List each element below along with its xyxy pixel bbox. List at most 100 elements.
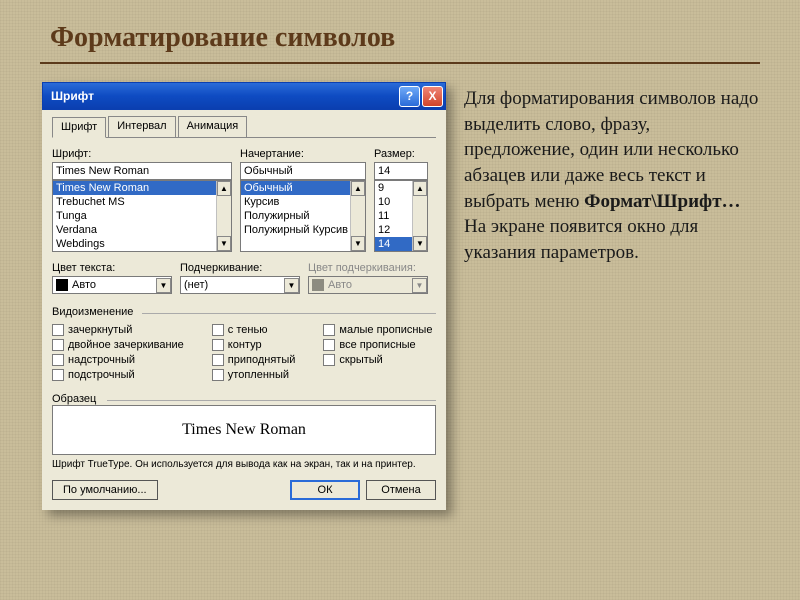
underline-color-value: Авто (328, 279, 409, 291)
list-item[interactable]: Полужирный (241, 209, 365, 223)
style-listbox[interactable]: Обычный Курсив Полужирный Полужирный Кур… (240, 180, 366, 252)
chk-label: приподнятый (228, 354, 296, 366)
underline-combo[interactable]: (нет) ▼ (180, 276, 300, 294)
checkbox-icon (52, 339, 64, 351)
checkbox-allcaps[interactable]: все прописные (323, 339, 432, 351)
tab-font[interactable]: Шрифт (52, 117, 106, 138)
list-item[interactable]: Tunga (53, 209, 231, 223)
checkbox-superscript[interactable]: надстрочный (52, 354, 184, 366)
font-input[interactable]: Times New Roman (52, 162, 232, 180)
chk-label: утопленный (228, 369, 289, 381)
chk-label: зачеркнутый (68, 324, 132, 336)
ok-button[interactable]: ОК (290, 480, 360, 500)
color-swatch-icon (56, 279, 68, 291)
scrollbar[interactable]: ▲ ▼ (350, 181, 365, 251)
checkbox-icon (323, 324, 335, 336)
list-item[interactable]: Verdana (53, 223, 231, 237)
cancel-button[interactable]: Отмена (366, 480, 436, 500)
tab-spacing[interactable]: Интервал (108, 116, 175, 137)
color-row: Цвет текста: Авто ▼ Подчеркивание: (нет)… (52, 256, 436, 294)
window-title: Шрифт (51, 89, 397, 103)
chk-label: все прописные (339, 339, 415, 351)
scroll-up-icon[interactable]: ▲ (351, 181, 365, 196)
scrollbar[interactable]: ▲ ▼ (216, 181, 231, 251)
checkbox-engrave[interactable]: утопленный (212, 369, 296, 381)
close-icon: X (428, 89, 436, 103)
scroll-down-icon[interactable]: ▼ (413, 236, 427, 251)
underline-color-label: Цвет подчеркивания: (308, 262, 428, 274)
scroll-down-icon[interactable]: ▼ (217, 236, 231, 251)
chk-label: подстрочный (68, 369, 135, 381)
style-label: Начертание: (240, 148, 366, 160)
style-input[interactable]: Обычный (240, 162, 366, 180)
text-color-value: Авто (72, 279, 153, 291)
checkbox-icon (323, 339, 335, 351)
chk-label: с тенью (228, 324, 268, 336)
font-hint: Шрифт TrueType. Он используется для выво… (52, 459, 436, 470)
checkbox-shadow[interactable]: с тенью (212, 324, 296, 336)
tab-animation[interactable]: Анимация (178, 116, 248, 137)
preview-box: Times New Roman (52, 405, 436, 455)
content-area: Шрифт ? X Шрифт Интервал Анимация Шрифт:… (0, 64, 800, 510)
size-input[interactable]: 14 (374, 162, 428, 180)
underline-value: (нет) (184, 279, 281, 291)
checkbox-smallcaps[interactable]: малые прописные (323, 324, 432, 336)
size-label: Размер: (374, 148, 428, 160)
font-label: Шрифт: (52, 148, 232, 160)
size-listbox[interactable]: 9 10 11 12 14 ▲ ▼ (374, 180, 428, 252)
dialog-footer: По умолчанию... ОК Отмена (52, 480, 436, 500)
checkbox-outline[interactable]: контур (212, 339, 296, 351)
preview-title: Образец (52, 393, 96, 405)
chk-label: контур (228, 339, 262, 351)
checkbox-double-strike[interactable]: двойное зачеркивание (52, 339, 184, 351)
chk-label: скрытый (339, 354, 382, 366)
list-item[interactable]: Times New Roman (53, 181, 231, 195)
preview-sample: Times New Roman (182, 421, 306, 439)
checkbox-strikethrough[interactable]: зачеркнутый (52, 324, 184, 336)
checkbox-icon (212, 354, 224, 366)
effects-title: Видоизменение (52, 306, 133, 318)
list-item[interactable]: Обычный (241, 181, 365, 195)
checkbox-subscript[interactable]: подстрочный (52, 369, 184, 381)
font-listbox[interactable]: Times New Roman Trebuchet MS Tunga Verda… (52, 180, 232, 252)
list-item[interactable]: Полужирный Курсив (241, 223, 365, 237)
help-icon: ? (406, 89, 413, 103)
font-dialog-window: Шрифт ? X Шрифт Интервал Анимация Шрифт:… (42, 82, 446, 510)
para-line2: На экране появится окно для указания пар… (464, 216, 698, 263)
checkbox-icon (323, 354, 335, 366)
chk-label: малые прописные (339, 324, 432, 336)
chevron-down-icon[interactable]: ▼ (156, 278, 171, 293)
list-item[interactable]: Курсив (241, 195, 365, 209)
dialog-client: Шрифт Интервал Анимация Шрифт: Times New… (42, 110, 446, 510)
chevron-down-icon[interactable]: ▼ (284, 278, 299, 293)
underline-color-combo: Авто ▼ (308, 276, 428, 294)
chk-label: двойное зачеркивание (68, 339, 184, 351)
text-color-label: Цвет текста: (52, 262, 172, 274)
checkbox-hidden[interactable]: скрытый (323, 354, 432, 366)
scroll-down-icon[interactable]: ▼ (351, 236, 365, 251)
default-button[interactable]: По умолчанию... (52, 480, 158, 500)
color-swatch-icon (312, 279, 324, 291)
titlebar[interactable]: Шрифт ? X (42, 82, 446, 110)
text-color-combo[interactable]: Авто ▼ (52, 276, 172, 294)
chk-label: надстрочный (68, 354, 135, 366)
help-button[interactable]: ? (399, 86, 420, 107)
checkbox-icon (52, 354, 64, 366)
underline-label: Подчеркивание: (180, 262, 300, 274)
scroll-up-icon[interactable]: ▲ (217, 181, 231, 196)
para-bold: Формат\Шрифт… (584, 191, 740, 212)
font-row: Шрифт: Times New Roman Times New Roman T… (52, 142, 436, 252)
checkbox-icon (212, 339, 224, 351)
list-item[interactable]: Trebuchet MS (53, 195, 231, 209)
scrollbar[interactable]: ▲ ▼ (412, 181, 427, 251)
checkbox-emboss[interactable]: приподнятый (212, 354, 296, 366)
list-item[interactable]: Webdings (53, 237, 231, 251)
tabstrip: Шрифт Интервал Анимация (52, 116, 436, 138)
effects-group: Видоизменение зачеркнутый двойное зачерк… (52, 306, 436, 381)
chevron-down-icon: ▼ (412, 278, 427, 293)
close-button[interactable]: X (422, 86, 443, 107)
scroll-up-icon[interactable]: ▲ (413, 181, 427, 196)
checkbox-icon (52, 324, 64, 336)
preview-group: Образец Times New Roman Шрифт TrueType. … (52, 393, 436, 470)
checkbox-icon (212, 369, 224, 381)
